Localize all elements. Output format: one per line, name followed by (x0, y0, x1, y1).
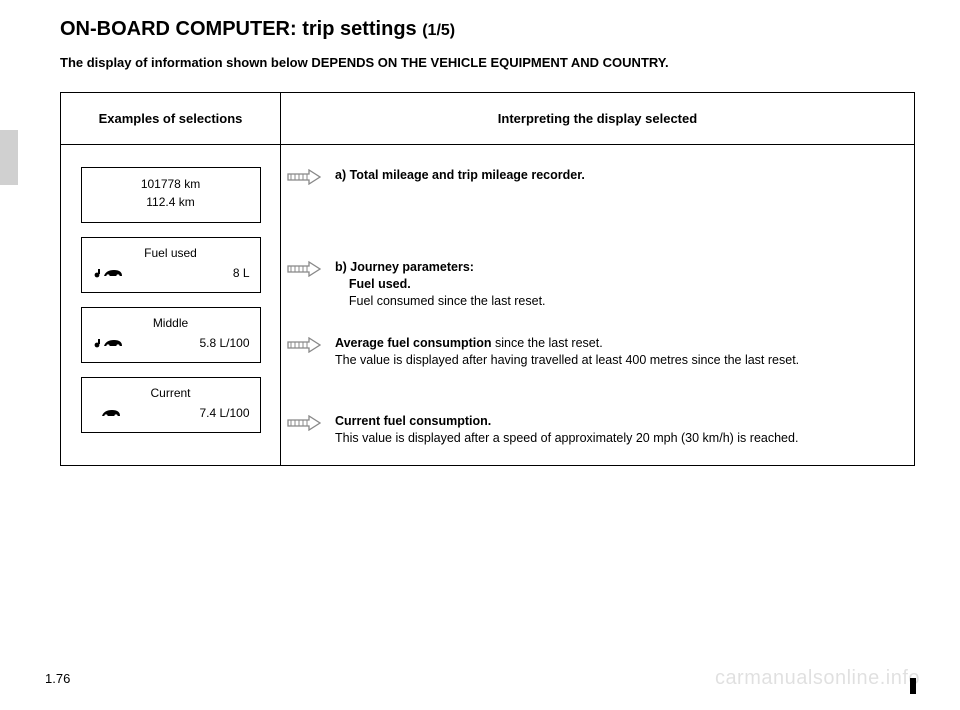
mileage-trip: 112.4 km (92, 195, 250, 209)
crop-mark (910, 678, 916, 694)
car-icon (92, 406, 132, 420)
display-mileage: 101778 km 112.4 km (81, 167, 261, 223)
display-avg-consumption: Middle 5.8 L/1 (81, 307, 261, 363)
interpret-d: Current fuel consumption. This value is … (335, 413, 900, 447)
interpret-b: b) Journey parameters: Fuel used. Fuel c… (335, 259, 900, 310)
interpret-a: a) Total mileage and trip mileage record… (335, 167, 900, 184)
fuel-used-value: 8 L (233, 266, 250, 280)
display-current-consumption: Current 7.4 L/100 (81, 377, 261, 433)
interpret-b-bold1: b) Journey parameters: (335, 260, 474, 274)
avg-value: 5.8 L/100 (199, 336, 249, 350)
watermark: carmanualsonline.info (715, 667, 920, 690)
manual-page: ON-BOARD COMPUTER: trip settings (1/5) T… (0, 0, 960, 466)
interpret-c: Average fuel consumption since the last … (335, 335, 900, 369)
interpret-b-plain: Fuel consumed since the last reset. (349, 294, 546, 308)
header-examples: Examples of selections (61, 93, 281, 145)
title-sub: (1/5) (422, 22, 455, 39)
avg-label: Middle (92, 316, 250, 330)
fuel-pump-car-icon (92, 266, 132, 280)
equipment-note: The display of information shown below D… (60, 55, 915, 70)
arrow-right-icon (287, 169, 321, 190)
fuel-pump-car-icon (92, 336, 132, 350)
interpret-d-bold: Current fuel consumption. (335, 414, 491, 428)
settings-table: Examples of selections Interpreting the … (60, 92, 915, 466)
mileage-total: 101778 km (92, 177, 250, 191)
display-fuel-used: Fuel used 8 L (81, 237, 261, 293)
page-title: ON-BOARD COMPUTER: trip settings (1/5) (60, 18, 915, 41)
fuel-used-label: Fuel used (92, 246, 250, 260)
interpret-b-bold2: Fuel used. (349, 277, 411, 291)
interpret-c-bold: Average fuel consumption (335, 336, 492, 350)
interpret-cell: a) Total mileage and trip mileage record… (281, 145, 915, 466)
arrow-right-icon (287, 415, 321, 436)
arrow-right-icon (287, 337, 321, 358)
interpret-c-plain2: The value is displayed after having trav… (335, 353, 799, 367)
arrow-right-icon (287, 261, 321, 282)
current-value: 7.4 L/100 (199, 406, 249, 420)
header-interpret: Interpreting the display selected (281, 93, 915, 145)
page-number: 1.76 (45, 671, 70, 686)
current-label: Current (92, 386, 250, 400)
interpret-a-bold: a) Total mileage and trip mileage record… (335, 168, 585, 182)
title-main: ON-BOARD COMPUTER: trip settings (60, 18, 422, 40)
examples-cell: 101778 km 112.4 km Fuel used (61, 145, 281, 466)
interpret-d-plain: This value is displayed after a speed of… (335, 431, 798, 445)
interpret-c-plain1: since the last reset. (492, 336, 603, 350)
side-tab (0, 130, 18, 185)
